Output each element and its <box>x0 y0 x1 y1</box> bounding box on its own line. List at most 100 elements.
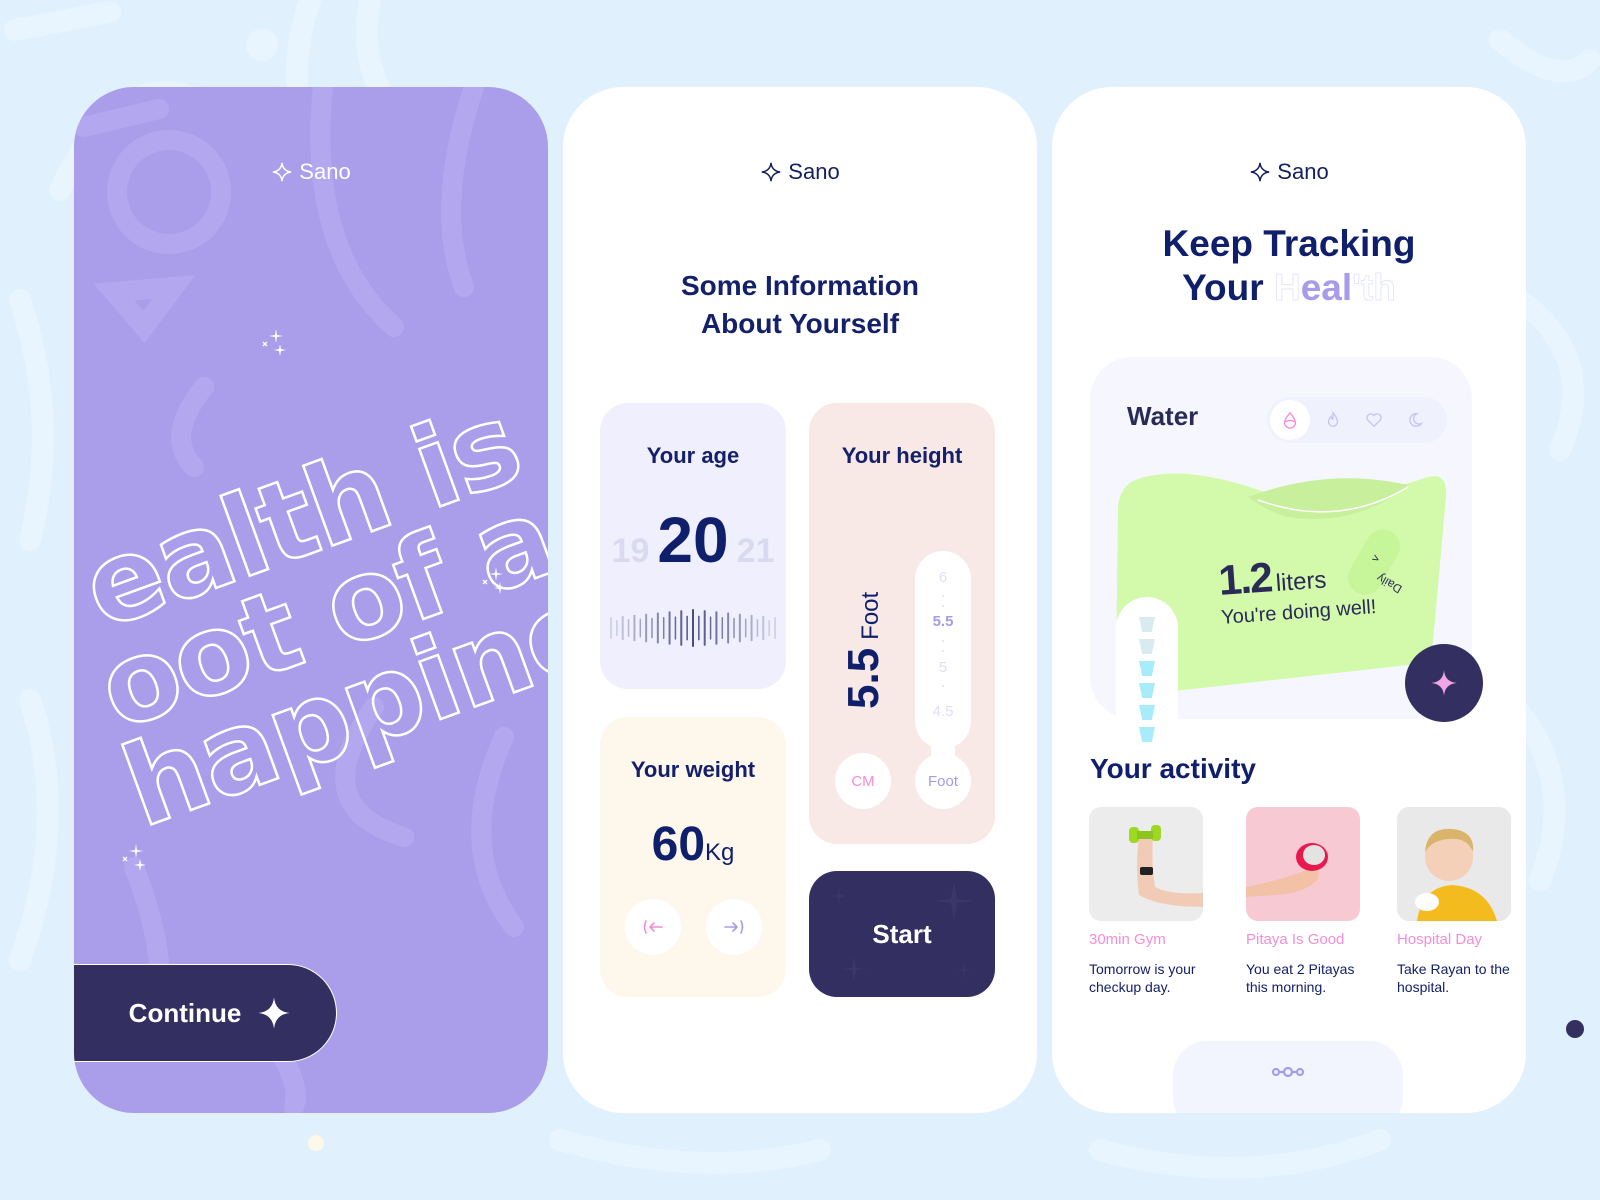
tab-water[interactable] <box>1270 400 1310 440</box>
age-picker[interactable]: 19 20 21 <box>600 503 786 577</box>
sparkles-icon <box>122 844 146 871</box>
scale-tick: 6 <box>938 569 948 586</box>
sparkle-icon <box>762 162 781 182</box>
weight-card: Your weight 60Kg <box>600 717 786 997</box>
activity-card[interactable]: 30min Gym Tomorrow is your checkup day. <box>1089 807 1209 996</box>
ghost-text: 'th <box>1352 267 1397 309</box>
arrow-right-icon <box>724 920 744 934</box>
page-title: Keep Tracking Your Heal'th <box>1052 222 1526 310</box>
sparkle-icon <box>1431 670 1457 696</box>
scale-dot <box>942 595 944 597</box>
brand-name: Sano <box>299 159 351 184</box>
child-bandage-photo <box>1397 807 1511 921</box>
decorative-dot <box>1566 1020 1584 1038</box>
age-label: Your age <box>646 443 740 468</box>
child-illustration <box>1415 828 1497 921</box>
continue-label: Continue <box>128 997 242 1028</box>
age-next-value[interactable]: 21 <box>737 532 775 571</box>
title-your: Your <box>1182 267 1264 308</box>
scale-tick: 5 <box>938 659 948 676</box>
weight-decrease-button[interactable] <box>625 899 681 955</box>
activity-description: Take Rayan to the hospital. <box>1397 961 1510 995</box>
activity-section-title: Your activity <box>1090 753 1256 784</box>
weight-readout: 60Kg <box>600 817 786 872</box>
water-cups-indicator <box>1116 597 1178 767</box>
sparkle-icon <box>273 162 292 182</box>
height-readout: 5.5 Foot <box>839 592 889 709</box>
add-water-button[interactable] <box>1405 644 1483 722</box>
info-screen: Sano Some Information About Yourself You… <box>563 87 1037 1113</box>
brand-name: Sano <box>1277 159 1329 184</box>
height-card: Your height 5.5 Foot 6 5.5 5 4.5 CM Foot <box>809 403 995 844</box>
weight-value: 60 <box>651 818 706 871</box>
tab-calories[interactable] <box>1313 400 1353 440</box>
water-amount-value: 1.2 <box>1217 553 1273 604</box>
unit-cm-button[interactable]: CM <box>835 753 891 809</box>
start-button[interactable]: Start <box>809 871 995 997</box>
activity-card[interactable]: Hospital Day Take Rayan to the hospital. <box>1397 807 1517 996</box>
unit-foot-button[interactable]: Foot <box>915 753 971 809</box>
scale-tick-selected: 5.5 <box>932 613 954 630</box>
sparkle-icon <box>1251 162 1270 182</box>
tracking-screen: Sano Keep Tracking Your Heal'th Water 1.… <box>1052 87 1526 1113</box>
activity-title: Pitaya Is Good <box>1246 931 1345 948</box>
title-line-2: About Yourself <box>700 308 900 339</box>
activity-description: Tomorrow is your checkup day. <box>1089 961 1196 995</box>
ghost-text: H <box>1273 267 1301 309</box>
age-prev-value[interactable]: 19 <box>612 532 650 571</box>
age-ruler-slider[interactable] <box>608 608 778 648</box>
moon-icon <box>1409 413 1424 427</box>
activity-card[interactable]: Pitaya Is Good You eat 2 Pitayas this mo… <box>1246 807 1366 996</box>
sparkle-icon <box>258 997 290 1029</box>
welcome-screen: Sano ealth is oot of a happine Continue <box>74 87 548 1113</box>
scale-dot <box>942 640 944 642</box>
weight-label: Your weight <box>630 757 756 782</box>
start-label: Start <box>872 918 932 949</box>
age-card: Your age 19 20 21 <box>600 403 786 689</box>
tab-sleep[interactable] <box>1395 400 1435 440</box>
sparkles-icon <box>482 567 506 594</box>
scale-tick: 4.5 <box>932 703 954 720</box>
cup-empty-icon <box>1139 617 1155 632</box>
activity-description: You eat 2 Pitayas this morning. <box>1246 961 1355 995</box>
tab-heart[interactable] <box>1354 400 1394 440</box>
cup-filled-icon <box>1139 683 1155 698</box>
cup-filled-icon <box>1139 661 1155 676</box>
scale-dot <box>942 685 944 687</box>
weight-unit: Kg <box>705 839 735 866</box>
brand-logo: Sano <box>563 159 1037 185</box>
height-label: Your height <box>841 443 963 468</box>
height-scale-slider[interactable]: 6 5.5 5 4.5 <box>915 551 971 749</box>
title-health-animated: Heal'th <box>1273 267 1397 309</box>
pitaya-hand-illustration <box>1246 843 1328 897</box>
cup-filled-icon <box>1139 727 1155 742</box>
age-value: 20 <box>657 504 729 576</box>
water-label: Water <box>1127 401 1199 431</box>
bottom-nav <box>1173 1041 1403 1113</box>
brand-logo: Sano <box>74 159 548 185</box>
cup-empty-icon <box>1139 639 1155 654</box>
dumbbell-arm-illustration <box>1129 825 1203 907</box>
flame-icon <box>1327 411 1339 427</box>
arm-dumbbell-photo <box>1089 807 1203 921</box>
scale-dot <box>942 650 944 652</box>
cup-filled-icon <box>1139 705 1155 720</box>
water-drop-icon <box>1283 411 1297 429</box>
height-unit: Foot <box>857 591 884 640</box>
water-amount-unit: liters <box>1274 566 1328 597</box>
height-value: 5.5 <box>839 647 888 709</box>
activity-title: Hospital Day <box>1397 931 1483 948</box>
continue-button[interactable]: Continue <box>74 964 337 1062</box>
ghost-highlight: eal <box>1300 267 1353 308</box>
scale-dot <box>942 605 944 607</box>
heart-icon <box>1366 413 1382 428</box>
weight-increase-button[interactable] <box>706 899 762 955</box>
activity-title: 30min Gym <box>1089 931 1166 948</box>
hand-pitaya-photo <box>1246 807 1360 921</box>
title-line-2: Your Heal'th <box>1052 266 1526 310</box>
page-title: Some Information About Yourself <box>563 267 1037 343</box>
nodes-icon[interactable] <box>1271 1065 1305 1079</box>
sparkles-icon <box>262 329 286 356</box>
title-line-1: Keep Tracking <box>1162 223 1416 264</box>
arrow-left-icon <box>643 920 663 934</box>
